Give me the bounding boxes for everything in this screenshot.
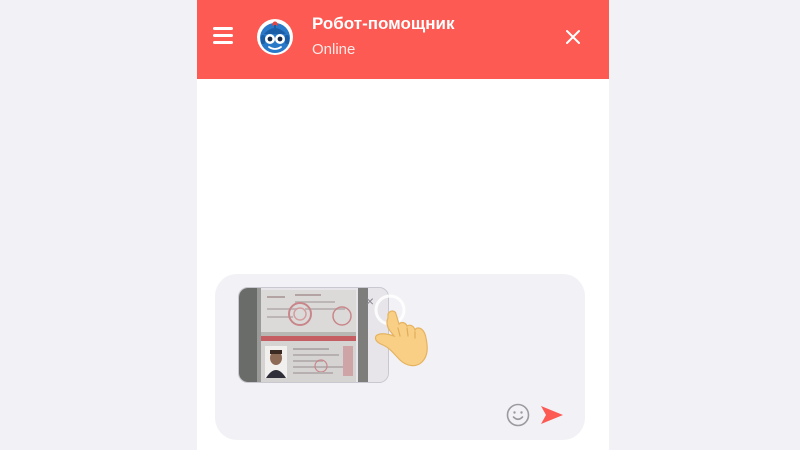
menu-icon-bar <box>213 41 233 44</box>
close-icon[interactable] <box>564 28 582 46</box>
chat-widget: Робот-помощник Online × <box>197 0 609 450</box>
tap-hand-icon <box>374 294 428 367</box>
message-composer[interactable]: × <box>215 274 585 440</box>
robot-avatar-icon <box>257 19 293 55</box>
chat-title: Робот-помощник <box>312 14 455 33</box>
status-text: Online <box>312 41 356 58</box>
menu-icon-bar <box>213 34 233 37</box>
emoji-icon[interactable] <box>506 403 530 427</box>
send-icon[interactable] <box>540 405 564 425</box>
menu-button[interactable] <box>211 25 235 47</box>
chat-header: Робот-помощник Online <box>197 0 609 79</box>
menu-icon-bar <box>213 27 233 30</box>
